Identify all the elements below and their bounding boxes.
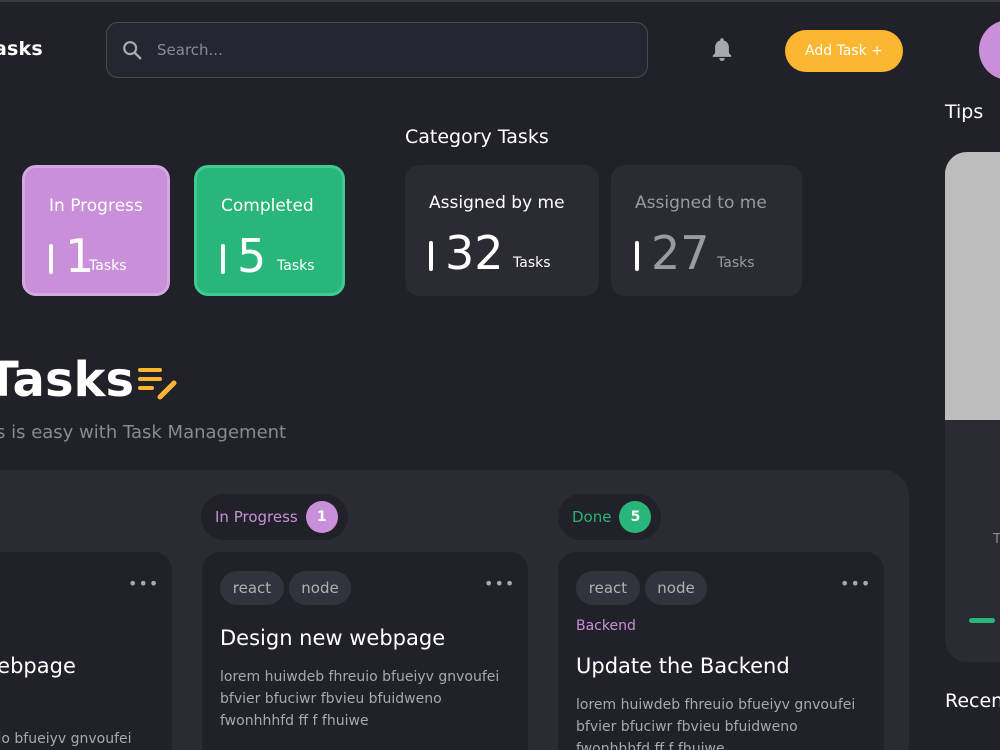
stat-label: Assigned to me [635, 193, 767, 213]
tag-chip[interactable]: node [645, 571, 707, 605]
column-count-badge: 1 [305, 501, 338, 533]
page-heading: Tasks [0, 352, 135, 408]
edit-list-icon [138, 368, 177, 400]
stat-card-assigned-by-me[interactable]: Assigned by me 32 Tasks [405, 165, 599, 296]
stat-value: 5 [237, 229, 267, 283]
stat-bar [221, 244, 225, 274]
add-task-button[interactable]: Add Task + [785, 30, 903, 72]
card-title: webpage [0, 654, 76, 678]
stat-unit: Tasks [277, 258, 315, 274]
tips-title: Tips [945, 101, 984, 123]
search-icon [123, 41, 142, 60]
column-label: Done [572, 508, 612, 526]
card-body: lorem huiwdeb fhreuio bfueiyv gnvoufei b… [576, 697, 856, 750]
card-body: lorem huiwdeb fhreuio bfueiyv gnvoufei b… [220, 669, 500, 729]
tips-image [945, 152, 1000, 420]
stat-card-assigned-to-me[interactable]: Assigned to me 27 Tasks [611, 165, 802, 296]
stat-bar [49, 244, 53, 274]
bell-icon[interactable] [709, 36, 735, 64]
stat-card-completed[interactable]: Completed 5 Tasks [194, 165, 345, 296]
stat-label: Completed [221, 196, 314, 216]
more-options-icon[interactable]: ••• [128, 574, 159, 593]
card-title: Design new webpage [220, 626, 446, 650]
stat-bar [635, 241, 639, 271]
stat-value: 27 [651, 226, 710, 280]
card-category: Backend [576, 618, 636, 634]
category-title: Category Tasks [405, 126, 549, 148]
page-subtitle: s is easy with Task Management [0, 422, 287, 443]
stat-label: In Progress [49, 196, 143, 216]
task-card[interactable]: react node ••• Backend Update the Backen… [558, 552, 884, 750]
stat-label: Assigned by me [429, 193, 565, 213]
tag-chip[interactable]: react [220, 571, 284, 605]
stat-card-in-progress[interactable]: In Progress 1 Tasks [22, 165, 170, 296]
column-count-badge: 5 [619, 501, 652, 533]
top-border [0, 0, 1000, 2]
stat-value: 1 [65, 229, 95, 283]
app-title: asks [0, 38, 43, 60]
more-options-icon[interactable]: ••• [840, 574, 871, 593]
stat-unit: Tasks [513, 255, 551, 271]
tips-slide-indicator[interactable] [969, 618, 995, 623]
column-label: In Progress [215, 508, 298, 526]
stat-unit: Tasks [89, 258, 127, 274]
avatar[interactable] [979, 20, 1000, 80]
stat-value: 32 [445, 226, 504, 280]
column-header-done[interactable]: Done 5 [558, 494, 661, 540]
search-input[interactable] [157, 41, 617, 59]
task-card[interactable]: react node ••• Design new webpage lorem … [202, 552, 528, 750]
tips-panel: T [945, 152, 1000, 662]
tag-chip[interactable]: node [289, 571, 351, 605]
tips-text: T [993, 532, 1000, 547]
search-box[interactable] [106, 22, 648, 78]
column-header-in-progress[interactable]: In Progress 1 [201, 494, 348, 540]
card-title: Update the Backend [576, 654, 790, 678]
task-card[interactable]: ••• webpage euio bfueiyv gnvoufei [0, 552, 172, 750]
tag-chip[interactable]: react [576, 571, 640, 605]
recent-title: Recen [945, 690, 1000, 712]
stat-bar [429, 241, 433, 271]
more-options-icon[interactable]: ••• [484, 574, 515, 593]
stat-unit: Tasks [717, 255, 755, 271]
